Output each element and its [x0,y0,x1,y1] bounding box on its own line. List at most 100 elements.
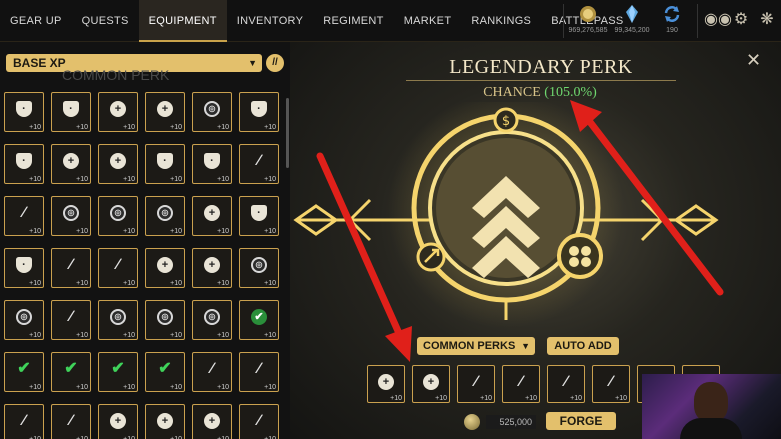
check-icon: ✔ [17,360,31,377]
wrench-icon: ∕ [22,412,26,429]
perk-slot[interactable]: ◎ +10 [51,196,91,236]
perk-slot[interactable]: ✔ +10 [239,300,279,340]
gold-coin-icon [464,414,480,430]
perk-level: +10 [264,176,276,183]
perk-slot[interactable]: · +10 [4,144,44,184]
perk-slot[interactable]: ++10 [192,248,232,288]
chance-value: (105.0%) [544,85,597,100]
perk-slot[interactable]: ◎ +10 [4,300,44,340]
forge-slot[interactable]: + +10 [412,365,450,403]
forge-cost: 525,000 [486,415,536,429]
perk-slot[interactable]: ◎ +10 [145,300,185,340]
perk-level: +10 [123,176,135,183]
forge-button[interactable]: FORGE [546,412,616,430]
nav-tab-inventory[interactable]: INVENTORY [227,0,313,42]
streamer-body [680,418,742,439]
perk-slot[interactable]: ∕+10 [192,352,232,392]
plus-icon: + [157,413,173,429]
perk-slot[interactable]: ++10 [98,144,138,184]
perk-slot[interactable]: · +10 [239,92,279,132]
perk-slot[interactable]: ✔ +10 [51,352,91,392]
perk-slot[interactable]: ◎ +10 [98,196,138,236]
wrench-icon: ∕ [519,373,523,390]
perk-slot[interactable]: ++10 [51,144,91,184]
perk-slot[interactable]: ◎ +10 [98,300,138,340]
perk-slot[interactable]: ◎ +10 [145,196,185,236]
ring-icon: ◎ [157,309,173,325]
ring-icon: ◎ [157,205,173,221]
nav-tab-regiment[interactable]: REGIMENT [313,0,393,42]
nav-tab-equipment[interactable]: EQUIPMENT [138,0,227,42]
wrench-icon: ∕ [257,412,261,429]
perk-level: +10 [76,124,88,131]
shield-icon: · [251,101,267,117]
close-icon[interactable]: ✕ [746,50,761,71]
perk-slot[interactable]: ∕+10 [51,404,91,439]
perk-slot[interactable]: ∕+10 [239,352,279,392]
perk-slot[interactable]: ∕+10 [51,248,91,288]
settings-gear-icon[interactable]: ⚙ [731,10,751,30]
perk-slot[interactable]: ∕+10 [4,404,44,439]
perk-slot[interactable]: · +10 [51,92,91,132]
ring-icon: ◎ [204,309,220,325]
nav-tab-rankings[interactable]: RANKINGS [461,0,541,42]
perk-slot[interactable]: ++10 [192,196,232,236]
perk-slot[interactable]: ++10 [145,92,185,132]
perk-slot[interactable]: ++10 [98,404,138,439]
perk-slot[interactable]: · +10 [4,92,44,132]
perk-slot[interactable]: · +10 [4,248,44,288]
perk-type-dropdown[interactable]: COMMON PERKS ▼ [417,337,535,355]
perk-slot[interactable]: ∕+10 [51,300,91,340]
forge-slot[interactable]: ∕ +10 [502,365,540,403]
perk-slot[interactable]: ✔ +10 [4,352,44,392]
forge-slot[interactable]: ∕ +10 [592,365,630,403]
perk-slot[interactable]: ◎ +10 [192,92,232,132]
perk-level: +10 [123,280,135,287]
perk-level: +10 [29,124,41,131]
plus-icon: + [378,374,394,390]
perk-slot[interactable]: ++10 [145,404,185,439]
plus-icon: + [63,153,79,169]
perk-slot[interactable]: ++10 [98,92,138,132]
filter-options-button[interactable]: // [266,54,284,72]
nav-tab-market[interactable]: MARKET [394,0,462,42]
perk-slot[interactable]: ∕+10 [4,196,44,236]
perk-level: +10 [264,280,276,287]
wrench-icon: ∕ [69,256,73,273]
shield-icon: · [157,153,173,169]
wrench-icon: ∕ [22,204,26,221]
forge-slot[interactable]: ∕ +10 [547,365,585,403]
auto-add-button[interactable]: AUTO ADD [547,337,619,355]
perk-level: +10 [570,395,582,402]
perk-slot[interactable]: · +10 [145,144,185,184]
filter-label: BASE XP [13,56,66,70]
perk-level: +10 [170,332,182,339]
perk-slot[interactable]: ++10 [145,248,185,288]
forge-slot[interactable]: ∕ +10 [457,365,495,403]
scrollbar[interactable] [286,98,289,168]
plus-icon: + [157,257,173,273]
perk-slot[interactable]: ++10 [192,404,232,439]
perk-slot[interactable]: ✔ +10 [98,352,138,392]
friends-icon[interactable]: ◉◉ [704,10,732,30]
perk-slot[interactable]: ◎ +10 [239,248,279,288]
nav-tab-quests[interactable]: QUESTS [72,0,139,42]
faded-header: COMMON PERK [62,67,170,83]
wrench-icon: ∕ [210,360,214,377]
perk-slot[interactable]: ∕+10 [239,404,279,439]
perk-level: +10 [217,280,229,287]
perk-level: +10 [217,384,229,391]
nav-tab-gear-up[interactable]: GEAR UP [0,0,72,42]
wrench-icon: ∕ [609,373,613,390]
divider [697,4,698,38]
options-icon[interactable]: ❋ [757,10,777,30]
perk-slot[interactable]: ✔ +10 [145,352,185,392]
perk-slot[interactable]: ∕+10 [98,248,138,288]
wrench-icon: ∕ [69,412,73,429]
perk-slot[interactable]: ∕+10 [239,144,279,184]
perk-slot[interactable]: · +10 [239,196,279,236]
perk-slot[interactable]: · +10 [192,144,232,184]
perk-slot[interactable]: ◎ +10 [192,300,232,340]
shield-icon: · [16,153,32,169]
forge-slot[interactable]: + +10 [367,365,405,403]
